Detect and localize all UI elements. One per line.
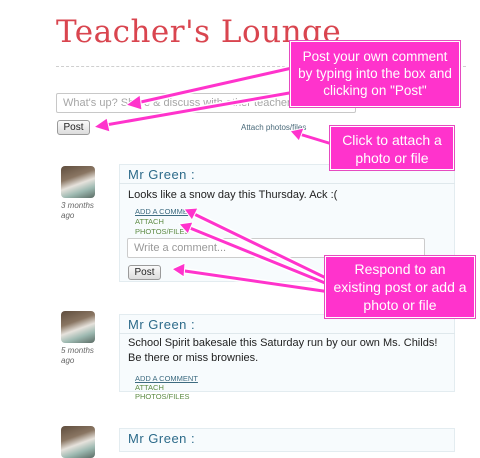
callout-post-hint: Post your own comment by typing into the… [290,41,460,107]
arrowhead [124,94,143,111]
arrow-line [188,210,328,280]
callout-attach-hint: Click to attach a photo or file [330,126,454,170]
arrow-line [98,90,297,128]
callout-respond-hint: Respond to an existing post or add a pho… [325,256,475,318]
arrowhead [92,117,111,133]
arrowhead [170,262,186,278]
arrowhead [289,127,305,142]
arrowhead [178,221,194,235]
